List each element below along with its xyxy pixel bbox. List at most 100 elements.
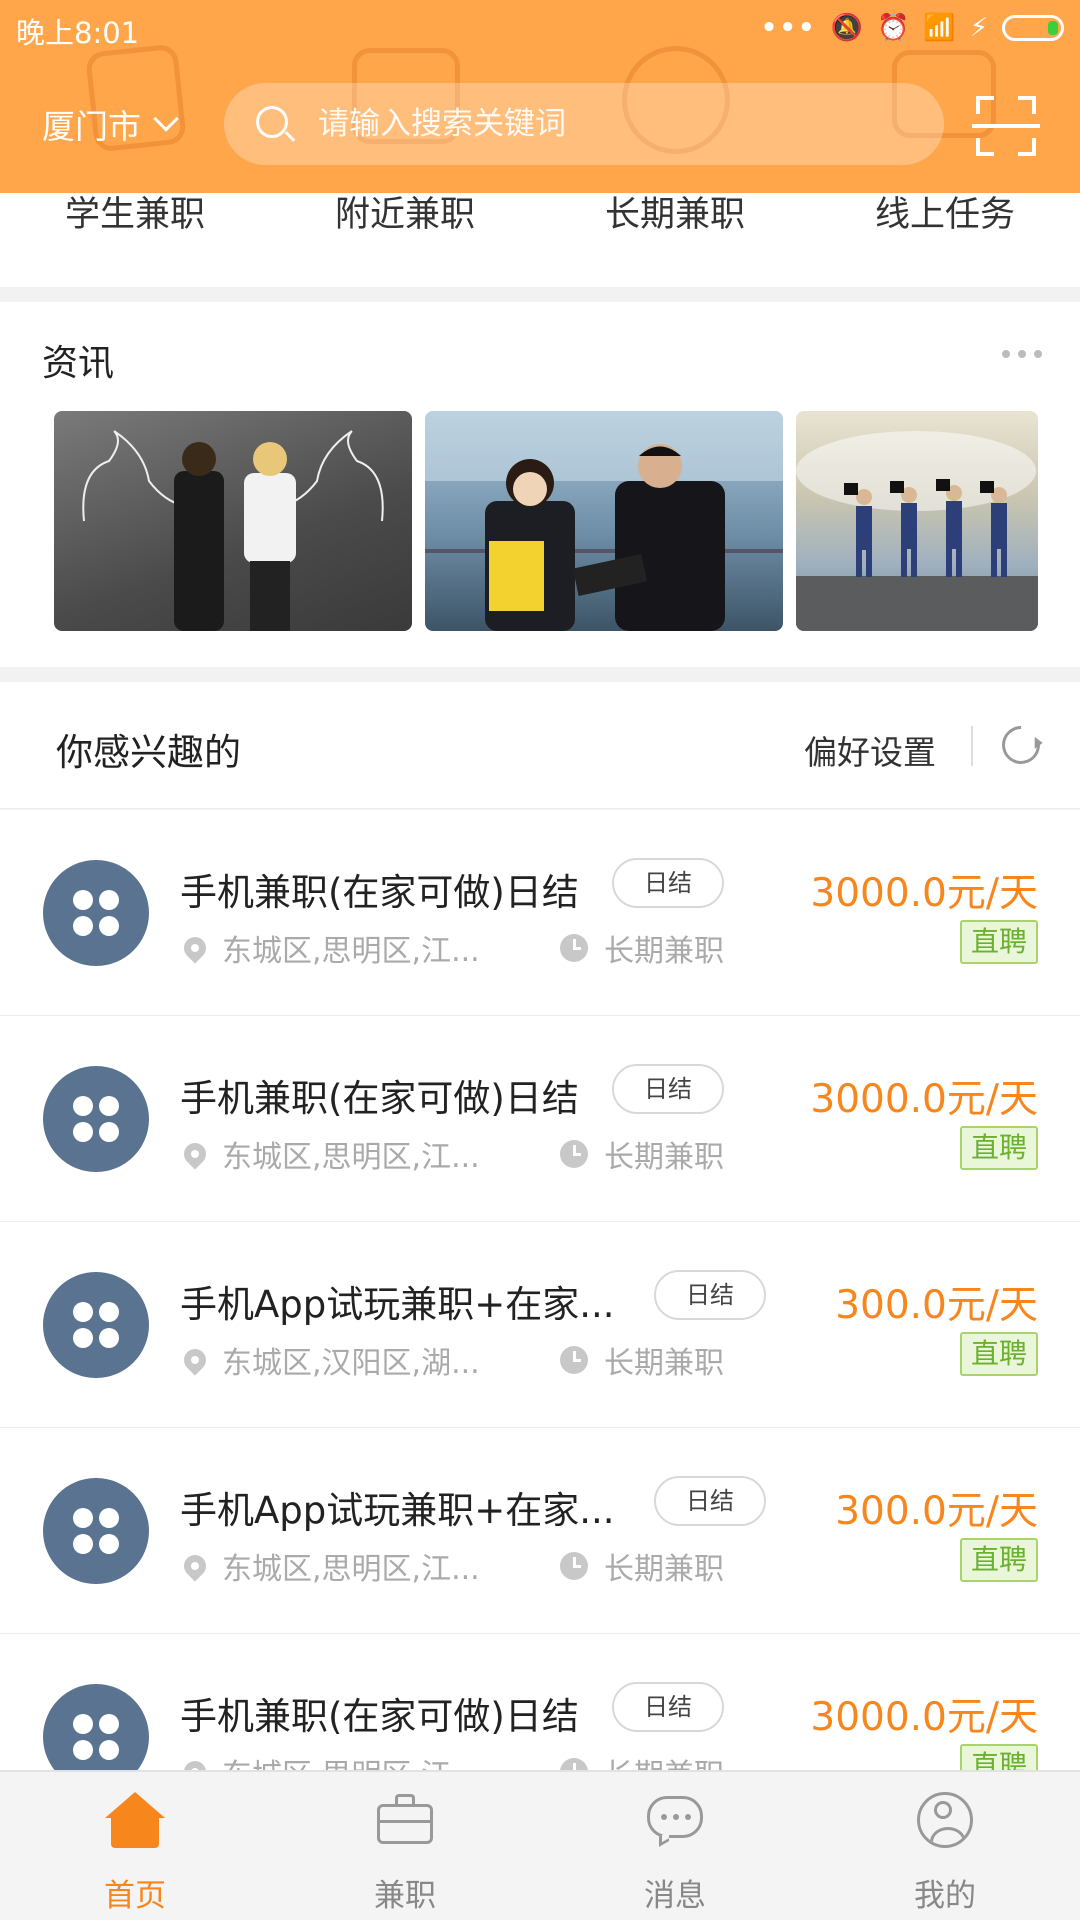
interest-header: 你感兴趣的 偏好设置 bbox=[0, 682, 1080, 809]
job-avatar-icon bbox=[43, 1478, 149, 1584]
job-tag: 日结 bbox=[612, 858, 724, 908]
job-title: 手机App试玩兼职+在家... bbox=[180, 1489, 615, 1532]
job-location: 东城区,思明区,江... bbox=[179, 1134, 480, 1175]
category-long-term[interactable]: 长期兼职 bbox=[540, 193, 810, 237]
category-online-task[interactable]: 线上任务 bbox=[810, 193, 1080, 237]
category-row: 学生兼职 附近兼职 长期兼职 线上任务 bbox=[0, 193, 1080, 287]
nav-profile[interactable]: 我的 bbox=[810, 1772, 1080, 1920]
nav-messages[interactable]: 消息 bbox=[540, 1772, 810, 1920]
status-bar: 晚上8:01 ••• 🔕 ⏰ 📶 ⚡ bbox=[0, 0, 1080, 56]
job-duration-text: 长期兼职 bbox=[604, 934, 724, 969]
job-list: 手机兼职(在家可做)日结 日结 东城区,思明区,江... 长期兼职 3000.0… bbox=[0, 810, 1080, 1770]
job-avatar-icon bbox=[43, 860, 149, 966]
job-salary: 3000.0元/天 bbox=[810, 1077, 1038, 1122]
job-direct-hire-badge: 直聘 bbox=[960, 1744, 1038, 1770]
scan-button[interactable] bbox=[972, 96, 1040, 156]
job-location-text: 东城区,思明区,江... bbox=[222, 1750, 480, 1770]
location-pin-icon bbox=[179, 1138, 211, 1170]
nav-part-time-label: 兼职 bbox=[374, 1878, 436, 1914]
news-image-team[interactable] bbox=[796, 411, 1038, 631]
job-location: 东城区,思明区,江... bbox=[179, 1750, 480, 1770]
job-salary: 3000.0元/天 bbox=[810, 871, 1038, 916]
job-title: 手机兼职(在家可做)日结 bbox=[180, 871, 579, 914]
job-location: 东城区,思明区,江... bbox=[179, 928, 480, 969]
nav-profile-label: 我的 bbox=[914, 1878, 976, 1914]
app-header: 晚上8:01 ••• 🔕 ⏰ 📶 ⚡ 厦门市 bbox=[0, 0, 1080, 193]
job-duration: 长期兼职 bbox=[560, 928, 724, 969]
bottom-nav: 首页 兼职 消息 我的 bbox=[0, 1770, 1080, 1920]
news-image-business[interactable] bbox=[425, 411, 783, 631]
refresh-icon[interactable] bbox=[994, 718, 1048, 772]
chevron-down-icon bbox=[153, 106, 179, 132]
status-time: 晚上8:01 bbox=[16, 16, 140, 50]
nav-home-label: 首页 bbox=[104, 1878, 166, 1914]
city-label: 厦门市 bbox=[42, 107, 141, 146]
bell-off-icon: 🔕 bbox=[830, 13, 863, 43]
category-nearby[interactable]: 附近兼职 bbox=[270, 193, 540, 237]
job-duration-text: 长期兼职 bbox=[604, 1346, 724, 1381]
message-icon bbox=[645, 1790, 705, 1850]
job-direct-hire-badge: 直聘 bbox=[960, 920, 1038, 964]
job-direct-hire-badge: 直聘 bbox=[960, 1538, 1038, 1582]
status-icons: ••• 🔕 ⏰ 📶 ⚡ bbox=[761, 10, 1064, 46]
city-selector[interactable]: 厦门市 bbox=[42, 100, 179, 148]
job-location-text: 东城区,思明区,江... bbox=[222, 1552, 480, 1587]
location-pin-icon bbox=[179, 932, 211, 964]
job-salary: 300.0元/天 bbox=[835, 1489, 1038, 1534]
job-avatar-icon bbox=[43, 1066, 149, 1172]
home-icon bbox=[105, 1790, 165, 1850]
job-duration-text: 长期兼职 bbox=[604, 1140, 724, 1175]
job-tag: 日结 bbox=[654, 1270, 766, 1320]
job-location: 东城区,思明区,江... bbox=[179, 1546, 480, 1587]
search-bar[interactable] bbox=[224, 83, 944, 165]
job-direct-hire-badge: 直聘 bbox=[960, 1126, 1038, 1170]
job-avatar-icon bbox=[43, 1684, 149, 1770]
nav-home[interactable]: 首页 bbox=[0, 1772, 270, 1920]
nav-messages-label: 消息 bbox=[644, 1878, 706, 1914]
job-title: 手机兼职(在家可做)日结 bbox=[180, 1077, 579, 1120]
wifi-icon: 📶 bbox=[923, 13, 956, 43]
job-title: 手机兼职(在家可做)日结 bbox=[180, 1695, 579, 1738]
job-item[interactable]: 手机兼职(在家可做)日结 日结 东城区,思明区,江... 长期兼职 3000.0… bbox=[0, 810, 1080, 1016]
job-duration-text: 长期兼职 bbox=[604, 1750, 724, 1770]
clock-icon bbox=[560, 934, 588, 962]
charging-icon: ⚡ bbox=[969, 13, 988, 43]
news-image-strength[interactable] bbox=[54, 411, 412, 631]
job-location-text: 东城区,思明区,江... bbox=[222, 934, 480, 969]
category-student[interactable]: 学生兼职 bbox=[0, 193, 270, 237]
search-icon bbox=[254, 104, 296, 144]
nav-part-time[interactable]: 兼职 bbox=[270, 1772, 540, 1920]
user-icon bbox=[915, 1790, 975, 1850]
job-avatar-icon bbox=[43, 1272, 149, 1378]
job-item[interactable]: 手机App试玩兼职+在家... 日结 东城区,汉阳区,湖... 长期兼职 300… bbox=[0, 1222, 1080, 1428]
alarm-icon: ⏰ bbox=[876, 13, 910, 43]
job-item[interactable]: 手机兼职(在家可做)日结 日结 东城区,思明区,江... 长期兼职 3000.0… bbox=[0, 1634, 1080, 1770]
job-location-text: 东城区,汉阳区,湖... bbox=[222, 1346, 480, 1381]
news-title: 资讯 bbox=[42, 343, 115, 384]
clock-icon bbox=[560, 1758, 588, 1770]
job-item[interactable]: 手机App试玩兼职+在家... 日结 东城区,思明区,江... 长期兼职 300… bbox=[0, 1428, 1080, 1634]
location-pin-icon bbox=[179, 1756, 211, 1770]
job-title: 手机App试玩兼职+在家... bbox=[180, 1283, 615, 1326]
job-tag: 日结 bbox=[612, 1682, 724, 1732]
clock-icon bbox=[560, 1140, 588, 1168]
job-duration: 长期兼职 bbox=[560, 1752, 724, 1770]
job-duration: 长期兼职 bbox=[560, 1546, 724, 1587]
preference-settings-link[interactable]: 偏好设置 bbox=[804, 726, 936, 774]
job-tag: 日结 bbox=[612, 1064, 724, 1114]
briefcase-icon bbox=[375, 1790, 435, 1850]
job-item[interactable]: 手机兼职(在家可做)日结 日结 东城区,思明区,江... 长期兼职 3000.0… bbox=[0, 1016, 1080, 1222]
job-duration: 长期兼职 bbox=[560, 1340, 724, 1381]
more-icon[interactable] bbox=[1002, 350, 1042, 358]
job-duration-text: 长期兼职 bbox=[604, 1552, 724, 1587]
job-duration: 长期兼职 bbox=[560, 1134, 724, 1175]
location-pin-icon bbox=[179, 1344, 211, 1376]
job-salary: 3000.0元/天 bbox=[810, 1695, 1038, 1740]
battery-icon bbox=[1002, 15, 1064, 41]
clock-icon bbox=[560, 1346, 588, 1374]
job-location-text: 东城区,思明区,江... bbox=[222, 1140, 480, 1175]
job-direct-hire-badge: 直聘 bbox=[960, 1332, 1038, 1376]
search-input[interactable] bbox=[318, 106, 878, 142]
location-pin-icon bbox=[179, 1550, 211, 1582]
job-tag: 日结 bbox=[654, 1476, 766, 1526]
